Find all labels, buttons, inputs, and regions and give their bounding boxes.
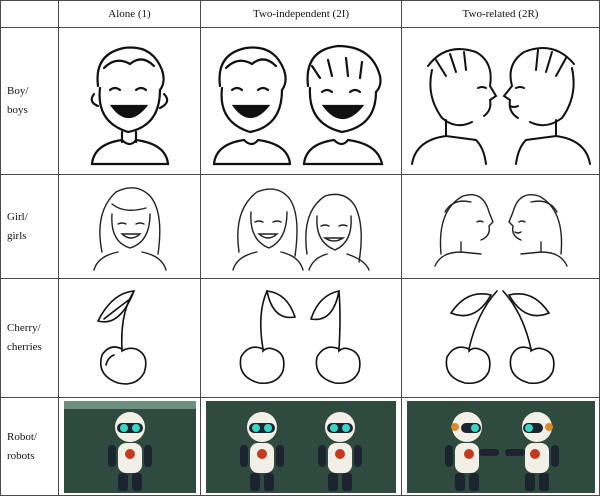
header-two-independent: Two-independent (2I) xyxy=(200,0,402,28)
cherry-sketch-icon xyxy=(96,290,147,385)
cell-girl-alone xyxy=(58,174,201,279)
row-label-robot: Robot/ robots xyxy=(0,397,59,496)
row-girl: Girl/ girls xyxy=(0,174,600,279)
cell-boy-two-independent xyxy=(200,27,402,175)
cell-cherry-two-independent xyxy=(200,278,402,398)
cell-boy-two-related xyxy=(401,27,600,175)
cell-cherry-two-related xyxy=(401,278,600,398)
cell-robot-two-related xyxy=(401,397,600,496)
row-robot: Robot/ robots xyxy=(0,397,600,496)
cell-girl-two-related xyxy=(401,174,600,279)
girls-pair-sketch-icon xyxy=(232,187,370,271)
robots-pair-photo-icon xyxy=(206,400,396,493)
boy-sketch-icon xyxy=(90,46,169,166)
header-corner xyxy=(0,0,59,28)
row-cherry: Cherry/ cherries xyxy=(0,278,600,398)
row-boy: Boy/ boys xyxy=(0,27,600,175)
girl-sketch-icon xyxy=(92,186,167,271)
header-row: Alone (1) Two-independent (2I) Two-relat… xyxy=(0,0,600,28)
cell-robot-alone xyxy=(58,397,201,496)
cell-robot-two-independent xyxy=(200,397,402,496)
header-two-related: Two-related (2R) xyxy=(401,0,600,28)
cell-cherry-alone xyxy=(58,278,201,398)
cell-girl-two-independent xyxy=(200,174,402,279)
boys-pair-sketch-icon xyxy=(212,44,384,166)
robots-facing-photo-icon xyxy=(406,400,595,493)
cell-boy-alone xyxy=(58,27,201,175)
stimulus-table: Alone (1) Two-independent (2I) Two-relat… xyxy=(0,0,600,496)
girls-facing-sketch-icon xyxy=(433,193,568,267)
row-label-boy: Boy/ boys xyxy=(0,27,59,175)
robot-photo-icon xyxy=(63,400,196,493)
header-alone: Alone (1) xyxy=(58,0,201,28)
row-label-girl: Girl/ girls xyxy=(0,174,59,279)
boys-facing-sketch-icon xyxy=(410,47,591,165)
cherries-pair-sketch-icon xyxy=(239,289,361,385)
row-label-cherry: Cherry/ cherries xyxy=(0,278,59,398)
cherries-joined-sketch-icon xyxy=(445,290,555,385)
